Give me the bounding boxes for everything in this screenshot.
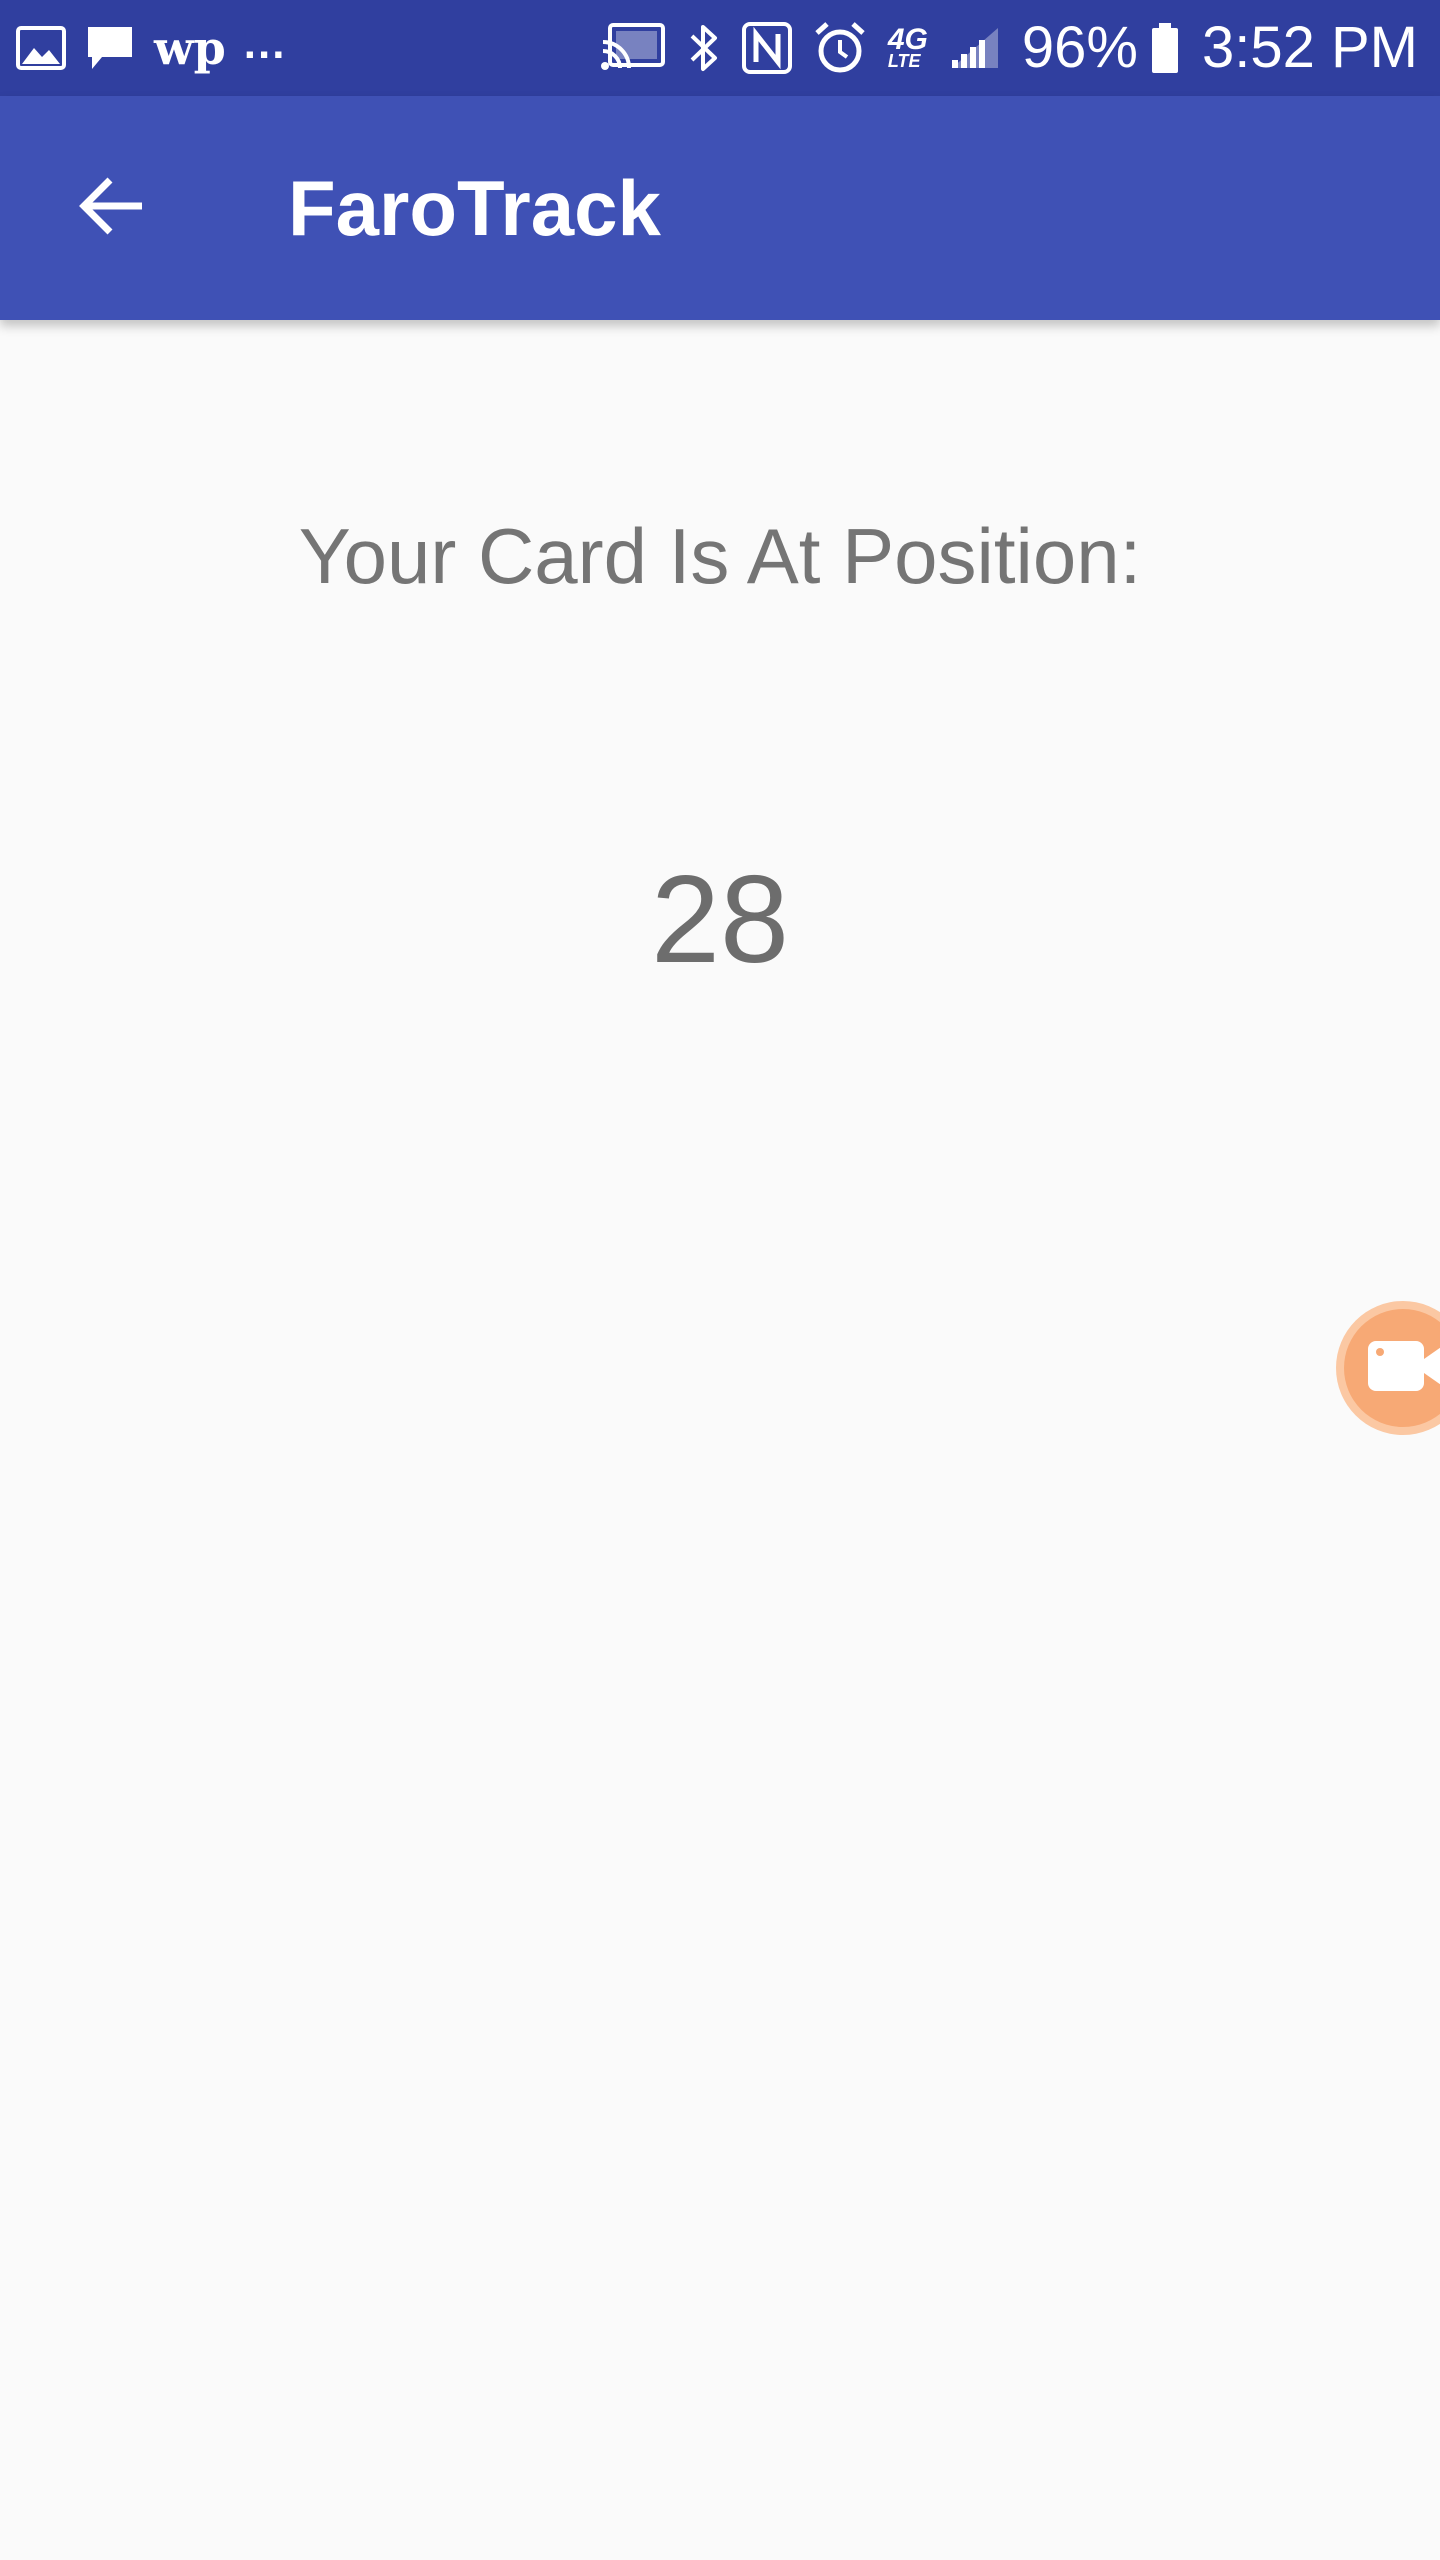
more-notifications-indicator: ... xyxy=(243,19,287,68)
card-position-value: 28 xyxy=(651,851,789,989)
bluetooth-icon xyxy=(688,22,720,74)
battery-icon xyxy=(1150,22,1180,74)
status-bar-right: 4G LTE 96% 3:52 PM xyxy=(578,0,1418,96)
status-bar-left: wp ... xyxy=(16,0,286,96)
network-generation: 4G xyxy=(887,23,928,57)
wp-logo: wp xyxy=(154,21,226,75)
network-lte: LTE xyxy=(887,51,921,72)
message-icon xyxy=(84,23,136,73)
nfc-icon xyxy=(741,22,792,74)
status-bar: wp ... 4G LTE 96% 3:52 PM xyxy=(0,0,1440,96)
video-camera-icon xyxy=(1366,1337,1440,1404)
cast-icon xyxy=(600,22,666,74)
clock: 3:52 PM xyxy=(1202,15,1418,80)
app-title: FaroTrack xyxy=(288,163,661,252)
alarm-icon xyxy=(814,21,866,75)
position-label: Your Card Is At Position: xyxy=(298,512,1142,600)
gallery-icon xyxy=(16,26,66,70)
back-button[interactable] xyxy=(56,152,168,264)
screen-recorder-bubble[interactable] xyxy=(1336,1301,1440,1435)
signal-strength-icon xyxy=(950,26,1000,70)
battery-percent: 96% xyxy=(1021,15,1138,80)
arrow-back-icon xyxy=(78,174,146,243)
network-type-indicator: 4G LTE xyxy=(887,23,928,72)
app-bar: FaroTrack xyxy=(0,96,1440,320)
